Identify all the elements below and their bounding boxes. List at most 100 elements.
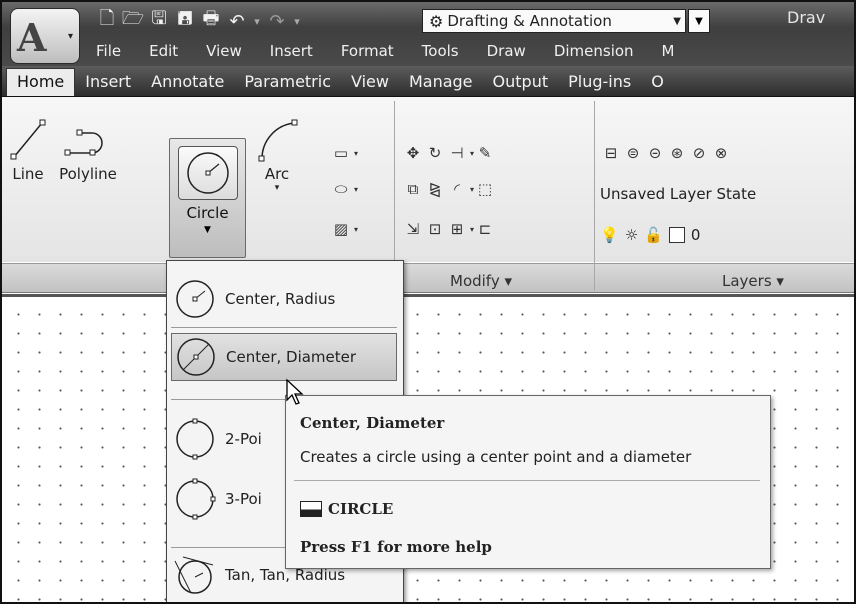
menu-insert[interactable]: Insert — [256, 42, 327, 60]
ellipse-icon: ⬭ — [334, 180, 348, 198]
circle-icon — [178, 146, 238, 200]
ribbon-tabs: Home Insert Annotate Parametric View Man… — [2, 66, 854, 97]
modify-row-1: ✥ ↻ ⊣ ▾ ✎ — [402, 141, 496, 165]
lightbulb-icon: 💡 — [600, 226, 619, 244]
layer-properties-icon[interactable]: ⊟ — [600, 142, 622, 164]
hatch-icon: ▨ — [333, 220, 349, 238]
menu-file[interactable]: File — [82, 42, 135, 60]
save-as-icon[interactable]: 🖪 — [172, 8, 198, 33]
save-icon[interactable]: 🖫 — [146, 8, 172, 33]
copy-icon[interactable]: ⧉ — [402, 178, 424, 200]
layer-states-icon[interactable]: ⊜ — [622, 142, 644, 164]
tab-home[interactable]: Home — [6, 68, 76, 96]
menu-item-label: 3-Poi — [225, 490, 262, 508]
open-file-icon[interactable]: 🗁 — [120, 8, 146, 33]
circle-label: Circle — [186, 204, 229, 222]
tab-parametric[interactable]: Parametric — [234, 69, 341, 96]
polyline-icon — [64, 129, 103, 156]
mirror-icon[interactable]: ⧎ — [424, 178, 446, 200]
tab-online[interactable]: O — [641, 69, 674, 96]
line-label: Line — [12, 165, 44, 183]
tooltip-command-name: CIRCLE — [328, 500, 394, 518]
circle-tool-button[interactable]: Circle ▼ — [169, 138, 246, 258]
redo-icon[interactable]: ↷ — [264, 9, 290, 33]
layer-control[interactable]: 💡 ☼ 🔓 0 — [600, 226, 700, 244]
undo-dropdown-icon[interactable]: ▾ — [250, 9, 264, 33]
tab-annotate[interactable]: Annotate — [141, 69, 234, 96]
print-icon[interactable]: 🖶 — [198, 8, 224, 33]
autocad-window: A ▾ 🗋 🗁 🖫 🖪 🖶 ↶ ▾ ↷ ▾ ⚙ Drafting & Annot… — [0, 0, 856, 604]
panel-divider — [594, 101, 595, 291]
menu-draw[interactable]: Draw — [473, 42, 540, 60]
menu-item-center-diameter[interactable]: Center, Diameter — [171, 333, 397, 381]
menu-view[interactable]: View — [192, 42, 256, 60]
workspace-selector[interactable]: ⚙ Drafting & Annotation ▼ — [422, 9, 686, 33]
scale-icon[interactable]: ⊡ — [424, 218, 446, 240]
lock-icon: 🔓 — [644, 226, 663, 244]
modify-row-3: ⇲ ⊡ ⊞ ▾ ⊏ — [402, 217, 496, 241]
redo-dropdown-icon[interactable]: ▾ — [290, 9, 304, 33]
tab-view[interactable]: View — [341, 69, 399, 96]
ribbon: Line Polyline Arc ▾ ▭ ▾ ⬭ ▾ ▨ ▾ ✥ ↻ ⊣ ▾ … — [2, 97, 854, 293]
menu-item-label: Center, Radius — [225, 290, 336, 308]
polyline-tool[interactable]: Polyline — [52, 115, 124, 183]
quick-access-toolbar: 🗋 🗁 🖫 🖪 🖶 ↶ ▾ ↷ ▾ — [94, 8, 304, 34]
tooltip-description: Creates a circle using a center point an… — [300, 448, 692, 466]
circle-3-point-icon — [176, 478, 216, 520]
sun-icon: ☼ — [624, 226, 639, 244]
trim-icon[interactable]: ⊣ — [446, 142, 468, 164]
layer-state-dropdown[interactable]: Unsaved Layer State — [600, 185, 854, 203]
layers-row-1: ⊟ ⊜ ⊝ ⊛ ⊘ ⊗ — [600, 141, 732, 165]
new-file-icon[interactable]: 🗋 — [94, 8, 120, 33]
line-tool[interactable]: Line — [8, 115, 48, 183]
menu-modify[interactable]: M — [648, 42, 689, 60]
layers-panel-title[interactable]: Layers ▾ — [722, 272, 784, 290]
circle-center-diameter-icon — [177, 338, 215, 376]
tooltip-title: Center, Diameter — [300, 414, 445, 432]
menu-bar: File Edit View Insert Format Tools Draw … — [82, 38, 689, 64]
rectangle-icon: ▭ — [333, 144, 349, 162]
move-icon[interactable]: ✥ — [402, 142, 424, 164]
tab-insert[interactable]: Insert — [75, 69, 141, 96]
layer-unisolate-icon[interactable]: ⊛ — [666, 142, 688, 164]
stretch-icon[interactable]: ⇲ — [402, 218, 424, 240]
chevron-down-icon: ▾ — [274, 183, 280, 193]
tab-manage[interactable]: Manage — [399, 69, 483, 96]
undo-icon[interactable]: ↶ — [224, 9, 250, 33]
menu-edit[interactable]: Edit — [135, 42, 192, 60]
erase-icon[interactable]: ✎ — [474, 142, 496, 164]
explode-icon[interactable]: ⬚ — [474, 178, 496, 200]
hatch-dropdown[interactable]: ▨ ▾ — [330, 217, 358, 241]
customize-quick-access-button[interactable]: ▼ — [688, 9, 710, 33]
layer-isolate-icon[interactable]: ⊝ — [644, 142, 666, 164]
offset-icon[interactable]: ⊏ — [474, 218, 496, 240]
tab-output[interactable]: Output — [483, 69, 559, 96]
layer-color-swatch — [668, 227, 685, 243]
menu-format[interactable]: Format — [327, 42, 408, 60]
arc-icon — [258, 119, 298, 162]
circle-tan-tan-radius-icon — [174, 556, 214, 594]
gear-icon: ⚙ — [429, 11, 444, 31]
tooltip: Center, Diameter Creates a circle using … — [285, 395, 771, 569]
layer-match-icon[interactable]: ⊘ — [688, 142, 710, 164]
line-icon — [10, 119, 46, 160]
menu-divider — [171, 327, 397, 328]
application-menu-button[interactable]: A ▾ — [10, 8, 80, 64]
array-icon[interactable]: ⊞ — [446, 218, 468, 240]
menu-dimension[interactable]: Dimension — [540, 42, 648, 60]
rectangle-dropdown[interactable]: ▭ ▾ — [330, 141, 358, 165]
chevron-down-icon: ▾ — [67, 31, 73, 42]
modify-panel-title[interactable]: Modify ▾ — [450, 272, 512, 290]
rotate-icon[interactable]: ↻ — [424, 142, 446, 164]
modify-row-2: ⧉ ⧎ ◜ ▾ ⬚ — [402, 177, 496, 201]
layer-previous-icon[interactable]: ⊗ — [710, 142, 732, 164]
menu-item-center-radius[interactable]: Center, Radius — [171, 275, 397, 323]
arc-tool[interactable]: Arc ▾ — [252, 115, 302, 193]
fillet-icon[interactable]: ◜ — [446, 178, 468, 200]
autocad-logo-icon: A — [17, 15, 47, 60]
command-line-icon — [300, 501, 322, 517]
title-bar: A ▾ 🗋 🗁 🖫 🖪 🖶 ↶ ▾ ↷ ▾ ⚙ Drafting & Annot… — [2, 2, 854, 66]
ellipse-dropdown[interactable]: ⬭ ▾ — [330, 177, 358, 201]
menu-tools[interactable]: Tools — [408, 42, 473, 60]
tab-plug-ins[interactable]: Plug-ins — [558, 69, 641, 96]
